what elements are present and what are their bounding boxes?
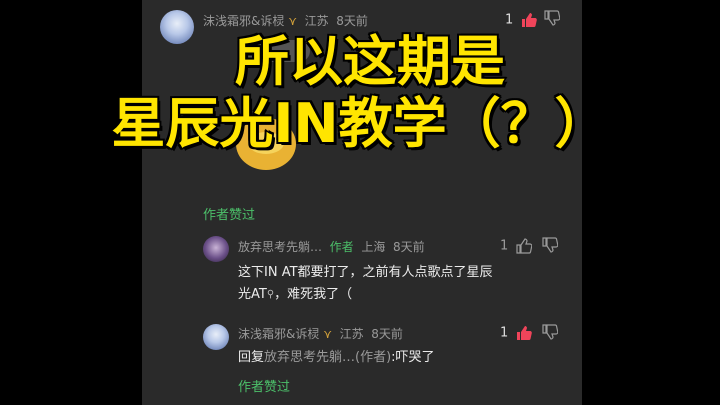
reply-text-segment: ，难死我了（ xyxy=(274,287,353,302)
thumb-down-icon xyxy=(544,10,561,26)
wheat-badge-icon: ⋎ xyxy=(323,327,332,341)
caption-line-2: 星辰光IN教学（？） xyxy=(110,91,610,157)
thumb-up-icon xyxy=(517,326,533,340)
reply-body: :吓哭了 xyxy=(391,350,435,365)
reply-meta: 放弃思考先躺… 作者 上海 8天前 xyxy=(238,238,425,255)
like-button[interactable]: 1 xyxy=(500,325,533,341)
reply-target-link[interactable]: 放弃思考先躺…(作者) xyxy=(264,350,391,365)
author-liked-label: 作者赞过 xyxy=(203,208,256,223)
reply-text-line: 光AT⚲，难死我了（ xyxy=(238,284,568,306)
thumb-up-icon xyxy=(516,238,533,254)
reply-text-line: 这下IN AT都要打了，之前有人点歌点了星辰 xyxy=(238,265,493,280)
location: 江苏 xyxy=(304,14,329,28)
like-count: 1 xyxy=(505,12,514,28)
username[interactable]: 放弃思考先躺… xyxy=(238,240,322,254)
reply-text: 这下IN AT都要打了，之前有人点歌点了星辰 光AT⚲，难死我了（ xyxy=(238,262,568,306)
timestamp: 8天前 xyxy=(336,14,368,28)
timestamp: 8天前 xyxy=(371,327,403,341)
thumb-down-icon xyxy=(542,237,559,253)
like-button[interactable]: 1 xyxy=(505,12,538,28)
location: 江苏 xyxy=(339,327,364,341)
like-count: 1 xyxy=(500,238,509,254)
username[interactable]: 沫浅霜邪&诉棂 xyxy=(238,327,319,341)
like-count: 1 xyxy=(500,325,509,341)
author-tag: 作者 xyxy=(329,240,354,254)
user-avatar[interactable] xyxy=(203,236,229,262)
reply-text-segment: 光AT xyxy=(238,287,267,302)
location: 上海 xyxy=(361,240,386,254)
thumb-down-icon xyxy=(542,324,559,340)
author-liked-label: 作者赞过 xyxy=(238,380,291,395)
dislike-button[interactable] xyxy=(542,324,559,344)
like-button[interactable]: 1 xyxy=(500,238,533,254)
comment-meta: 沫浅霜邪&诉棂 ⋎ 江苏 8天前 xyxy=(203,12,368,29)
dislike-button[interactable] xyxy=(544,10,561,30)
dislike-button[interactable] xyxy=(542,237,559,257)
reply-text: 回复放弃思考先躺…(作者):吓哭了 xyxy=(238,347,435,369)
wheat-badge-icon: ⋎ xyxy=(288,14,297,28)
reply-meta: 沫浅霜邪&诉棂 ⋎ 江苏 8天前 xyxy=(238,325,403,342)
timestamp: 8天前 xyxy=(392,240,425,254)
username[interactable]: 沫浅霜邪&诉棂 xyxy=(203,14,284,28)
thumb-up-icon xyxy=(522,13,538,27)
reply-prefix: 回复 xyxy=(238,350,265,365)
user-avatar[interactable] xyxy=(203,324,229,350)
caption-line-1: 所以这期是 xyxy=(234,29,507,95)
